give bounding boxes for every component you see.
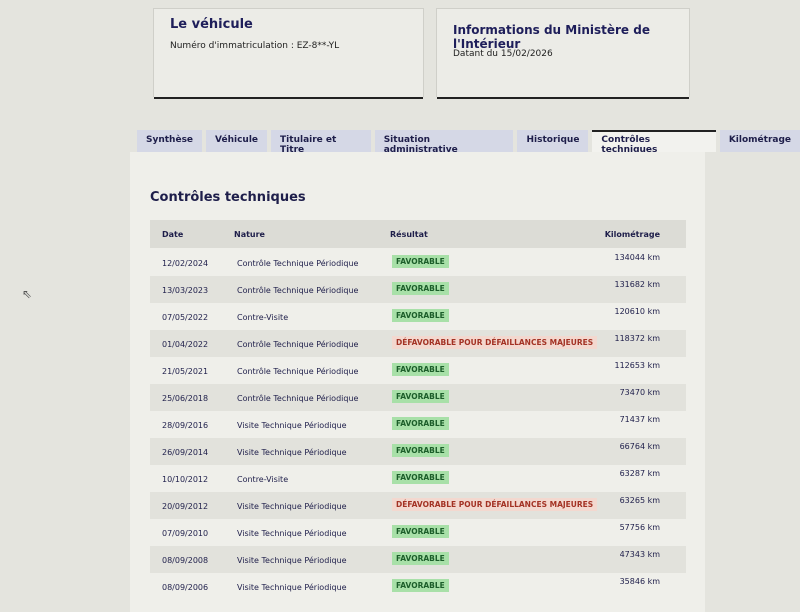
tab-controles-techniques[interactable]: Contrôles techniques — [592, 130, 716, 155]
inspection-nature: Contrôle Technique Périodique — [237, 259, 359, 268]
inspection-mileage: 71437 km — [619, 415, 660, 424]
tab-situation-administrative[interactable]: Situation administrative — [374, 130, 514, 155]
table-row: 07/09/2010 Visite Technique Périodique FAV… — [150, 519, 686, 546]
result-badge: FAVORABLE — [392, 363, 449, 376]
tab-bar: Synthèse Véhicule Titulaire et Titre Situat… — [137, 130, 800, 155]
tab-titulaire-et-titre[interactable]: Titulaire et Titre — [271, 130, 371, 155]
result-badge: FAVORABLE — [392, 417, 449, 430]
inspection-date: 01/04/2022 — [162, 340, 209, 349]
vehicle-card-title: Le véhicule — [170, 17, 253, 32]
tab-vehicule[interactable]: Véhicule — [206, 130, 268, 152]
inspection-mileage: 63265 km — [619, 496, 660, 505]
inspections-table-body: 12/02/2024 Contrôle Technique Périodique F… — [150, 249, 686, 600]
table-row: 08/09/2006 Visite Technique Périodique FAV… — [150, 573, 686, 600]
result-badge: FAVORABLE — [392, 525, 449, 538]
inspection-date: 08/09/2006 — [162, 583, 209, 592]
result-badge: FAVORABLE — [392, 255, 449, 268]
tab-synthese[interactable]: Synthèse — [137, 130, 203, 152]
inspection-nature: Contrôle Technique Périodique — [237, 340, 359, 349]
inspection-date: 10/10/2012 — [162, 475, 209, 484]
section-title: Contrôles techniques — [150, 190, 306, 205]
table-row: 25/06/2018 Contrôle Technique Périodique F… — [150, 384, 686, 411]
mouse-cursor-icon: ⇖ — [22, 287, 33, 301]
tab-kilometrage[interactable]: Kilométrage — [719, 130, 800, 152]
inspection-date: 13/03/2023 — [162, 286, 209, 295]
inspection-nature: Visite Technique Périodique — [237, 529, 347, 538]
inspection-nature: Contrôle Technique Périodique — [237, 394, 359, 403]
inspection-nature: Visite Technique Périodique — [237, 556, 347, 565]
table-row: 28/09/2016 Visite Technique Périodique FAV… — [150, 411, 686, 438]
result-badge: DÉFAVORABLE POUR DÉFAILLANCES MAJEURES — [392, 498, 598, 511]
inspection-date: 07/05/2022 — [162, 313, 209, 322]
inspection-date: 25/06/2018 — [162, 394, 209, 403]
table-row: 21/05/2021 Contrôle Technique Périodique F… — [150, 357, 686, 384]
inspection-mileage: 66764 km — [619, 442, 660, 451]
inspection-date: 08/09/2008 — [162, 556, 209, 565]
column-header-date: Date — [162, 230, 184, 239]
column-header-nature: Nature — [234, 230, 265, 239]
result-badge: FAVORABLE — [392, 471, 449, 484]
inspection-mileage: 73470 km — [619, 388, 660, 397]
result-badge: DÉFAVORABLE POUR DÉFAILLANCES MAJEURES — [392, 336, 598, 349]
table-row: 07/05/2022 Contre-Visite FAVORABLE 120610 k… — [150, 303, 686, 330]
inspection-date: 20/09/2012 — [162, 502, 209, 511]
tab-panel-controles-techniques: Contrôles techniques Date Nature Résulta… — [130, 152, 705, 612]
inspection-nature: Contrôle Technique Périodique — [237, 286, 359, 295]
table-row: 08/09/2008 Visite Technique Périodique FAV… — [150, 546, 686, 573]
table-row: 01/04/2022 Contrôle Technique Périodique D… — [150, 330, 686, 357]
inspection-mileage: 47343 km — [619, 550, 660, 559]
inspection-nature: Visite Technique Périodique — [237, 448, 347, 457]
vehicle-card: Le véhicule Numéro d'immatriculation : E… — [153, 8, 424, 99]
ministry-card: Informations du Ministère de l'Intérieur… — [436, 8, 690, 99]
inspection-date: 07/09/2010 — [162, 529, 209, 538]
table-row: 26/09/2014 Visite Technique Périodique FAV… — [150, 438, 686, 465]
result-badge: FAVORABLE — [392, 390, 449, 403]
column-header-result: Résultat — [390, 230, 428, 239]
inspection-mileage: 118372 km — [614, 334, 660, 343]
table-row: 10/10/2012 Contre-Visite FAVORABLE 63287 km — [150, 465, 686, 492]
result-badge: FAVORABLE — [392, 309, 449, 322]
inspection-mileage: 131682 km — [614, 280, 660, 289]
inspection-mileage: 112653 km — [614, 361, 660, 370]
inspection-mileage: 35846 km — [619, 577, 660, 586]
ministry-card-title: Informations du Ministère de l'Intérieur — [453, 23, 650, 51]
table-row: 20/09/2012 Visite Technique Périodique DÉF… — [150, 492, 686, 519]
registration-number: Numéro d'immatriculation : EZ-8**-YL — [170, 41, 340, 51]
result-badge: FAVORABLE — [392, 444, 449, 457]
inspection-nature: Contre-Visite — [237, 313, 289, 322]
table-header: Date Nature Résultat Kilométrage — [150, 220, 686, 248]
result-badge: FAVORABLE — [392, 282, 449, 295]
inspection-nature: Contre-Visite — [237, 475, 289, 484]
inspection-mileage: 134044 km — [614, 253, 660, 262]
inspection-date: 12/02/2024 — [162, 259, 209, 268]
inspection-nature: Visite Technique Périodique — [237, 502, 347, 511]
inspection-mileage: 57756 km — [619, 523, 660, 532]
inspection-nature: Visite Technique Périodique — [237, 583, 347, 592]
tab-historique[interactable]: Historique — [517, 130, 589, 152]
inspection-mileage: 63287 km — [619, 469, 660, 478]
inspection-nature: Contrôle Technique Périodique — [237, 367, 359, 376]
column-header-mileage: Kilométrage — [604, 230, 660, 239]
inspection-date: 28/09/2016 — [162, 421, 209, 430]
inspection-date: 26/09/2014 — [162, 448, 209, 457]
result-badge: FAVORABLE — [392, 552, 449, 565]
inspection-mileage: 120610 km — [614, 307, 660, 316]
result-badge: FAVORABLE — [392, 579, 449, 592]
table-row: 12/02/2024 Contrôle Technique Périodique F… — [150, 249, 686, 276]
inspection-date: 21/05/2021 — [162, 367, 209, 376]
ministry-date: Datant du 15/02/2026 — [453, 49, 553, 59]
inspection-nature: Visite Technique Périodique — [237, 421, 347, 430]
table-row: 13/03/2023 Contrôle Technique Périodique F… — [150, 276, 686, 303]
